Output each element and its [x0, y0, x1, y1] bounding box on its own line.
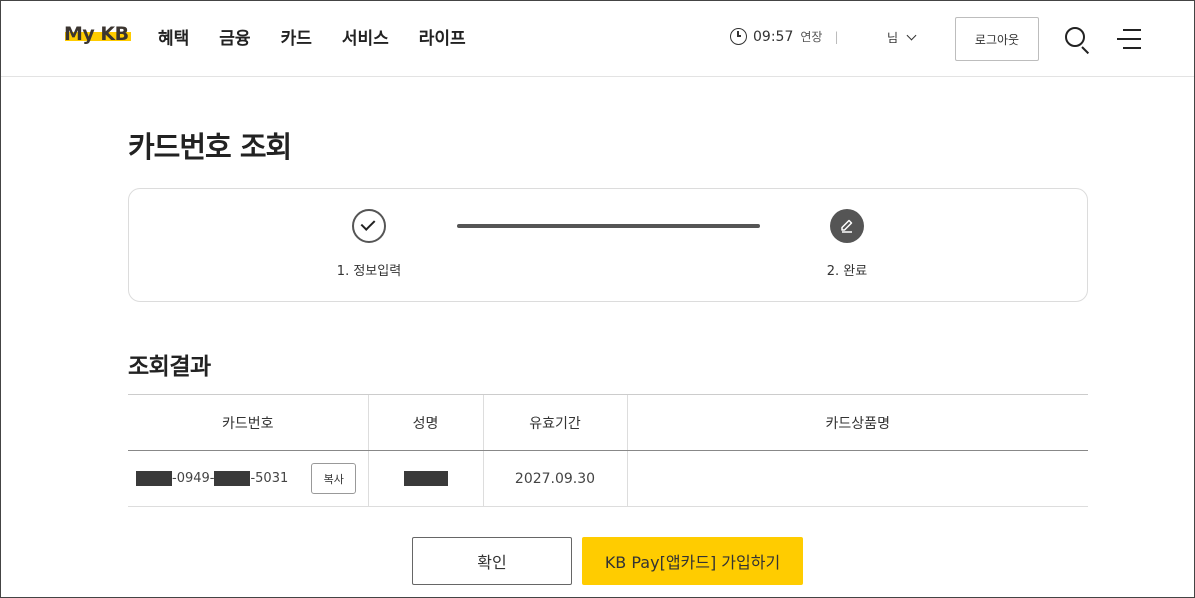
global-header: My KB 혜택 금융 카드 서비스 라이프 09:57 연장 | 님 로그아웃: [1, 1, 1194, 77]
divider: |: [834, 29, 839, 44]
step-label: 1. 정보입력: [336, 264, 402, 279]
col-product: 카드상품명: [626, 394, 1088, 451]
main-nav: 혜택 금융 카드 서비스 라이프: [158, 24, 496, 49]
masked-segment: [136, 471, 172, 486]
table-header-row: 카드번호 성명 유효기간 카드상품명: [128, 394, 1088, 451]
result-title: 조회결과: [128, 354, 211, 380]
card-number-cell: -0949- -5031 복사: [128, 450, 368, 507]
masked-segment: [214, 471, 251, 486]
col-card-number: 카드번호: [128, 394, 368, 451]
name-cell: [367, 450, 483, 507]
table-row: -0949- -5031 복사 2027.09.30: [128, 450, 1088, 507]
chevron-down-icon: [906, 30, 917, 41]
session-time: 09:57: [753, 28, 794, 45]
page-title: 카드번호 조회: [128, 130, 292, 164]
card-number-end: -5031: [250, 471, 289, 486]
step-complete: 2. 완료: [787, 209, 907, 279]
user-name: 님: [887, 31, 899, 45]
nav-life[interactable]: 라이프: [419, 24, 466, 49]
nav-service[interactable]: 서비스: [342, 24, 389, 49]
nav-finance[interactable]: 금융: [219, 24, 250, 49]
kb-logo[interactable]: My KB: [64, 23, 131, 45]
masked-name: [403, 471, 448, 486]
kbpay-signup-button[interactable]: KB Pay[앱카드] 가입하기: [582, 537, 803, 585]
extend-session-button[interactable]: 연장: [800, 28, 822, 45]
user-menu[interactable]: 님: [887, 29, 917, 46]
step-indicator: 1. 정보입력 2. 완료: [128, 188, 1088, 302]
product-cell: [626, 450, 1088, 507]
step-connector: [457, 224, 760, 228]
check-icon: [352, 209, 386, 243]
menu-icon[interactable]: [1117, 29, 1141, 49]
clock-icon: [730, 28, 747, 45]
col-expiry: 유효기간: [482, 394, 627, 451]
nav-benefits[interactable]: 혜택: [158, 24, 189, 49]
search-icon[interactable]: [1065, 27, 1091, 55]
nav-card[interactable]: 카드: [281, 24, 312, 49]
result-table: 카드번호 성명 유효기간 카드상품명 -0949- -5031 복사 2027.…: [128, 394, 1088, 507]
col-name: 성명: [367, 394, 483, 451]
card-number-mid: -0949-: [172, 471, 215, 486]
pencil-icon: [830, 209, 864, 243]
logout-button[interactable]: 로그아웃: [955, 17, 1039, 61]
step-info-input: 1. 정보입력: [309, 209, 429, 279]
step-label: 2. 완료: [826, 264, 868, 279]
expiry-cell: 2027.09.30: [482, 450, 627, 507]
copy-button[interactable]: 복사: [311, 463, 357, 494]
confirm-button[interactable]: 확인: [412, 537, 572, 585]
session-timer: 09:57 연장 |: [730, 28, 839, 45]
